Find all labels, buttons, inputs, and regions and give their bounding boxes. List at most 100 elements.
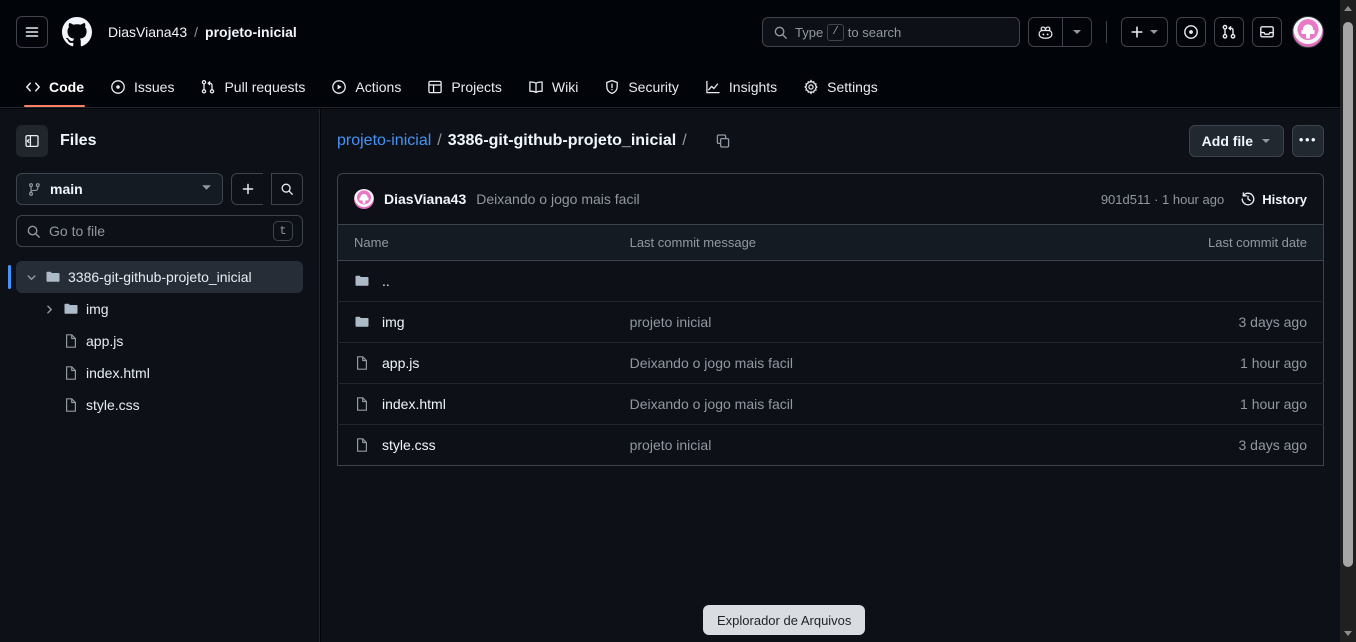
table-body: .. img projeto inicial 3 days ago app.js… — [337, 260, 1324, 466]
file-name-cell: app.js — [337, 342, 614, 384]
sidebar-collapse-icon[interactable] — [16, 125, 48, 157]
sidebar-tree-item-style-css[interactable]: style.css — [34, 389, 303, 421]
github-logo-icon[interactable] — [62, 17, 92, 47]
tab-code[interactable]: Code — [16, 64, 93, 107]
file-name-cell: .. — [337, 260, 614, 302]
commit-message-cell[interactable]: Deixando o jogo mais facil — [613, 383, 1107, 425]
shield-icon — [606, 79, 619, 94]
commit-message-cell[interactable]: Deixando o jogo mais facil — [613, 342, 1107, 384]
chevron-down-icon — [201, 180, 212, 198]
chevron-down-icon — [1150, 30, 1158, 34]
book-icon — [529, 80, 543, 93]
chevron-right-icon[interactable] — [42, 304, 56, 315]
file-name-link[interactable]: app.js — [382, 355, 419, 371]
breadcrumb-owner[interactable]: DiasViana43 — [108, 24, 187, 40]
tab-pull-requests[interactable]: Pull requests — [191, 64, 314, 107]
history-link[interactable]: History — [1240, 191, 1307, 207]
scroll-down-arrow[interactable] — [1340, 625, 1356, 642]
sidebar-tree-item-index-html[interactable]: index.html — [34, 357, 303, 389]
pull-requests-icon[interactable] — [1214, 17, 1244, 47]
history-label: History — [1262, 191, 1307, 207]
search-placeholder: Type / to search — [795, 23, 901, 41]
scrollbar-thumb[interactable] — [1343, 22, 1353, 567]
page-scrollbar[interactable] — [1340, 0, 1356, 642]
file-explorer-tooltip: Explorador de Arquivos — [703, 605, 866, 635]
tab-code-label: Code — [49, 78, 84, 95]
tab-actions[interactable]: Actions — [322, 64, 410, 107]
branch-selector[interactable]: main — [16, 173, 223, 205]
breadcrumb-separator-trailing: / — [682, 132, 687, 149]
header-divider — [1106, 21, 1107, 43]
commit-message-cell[interactable]: projeto inicial — [613, 301, 1107, 343]
tab-security[interactable]: Security — [595, 64, 688, 107]
commit-message-cell[interactable]: projeto inicial — [613, 424, 1107, 466]
tab-actions-label: Actions — [355, 78, 402, 95]
file-name-link[interactable]: img — [382, 314, 405, 330]
file-name-link[interactable]: index.html — [382, 396, 446, 412]
table-row[interactable]: app.js Deixando o jogo mais facil 1 hour… — [337, 342, 1324, 384]
column-header-name[interactable]: Name — [337, 225, 614, 261]
tab-issues[interactable]: Issues — [101, 64, 183, 107]
commit-meta-group: 901d511 · 1 hour ago History — [1101, 191, 1307, 207]
breadcrumb-root-link[interactable]: projeto-inicial — [337, 132, 431, 150]
sidebar-tree-item-img[interactable]: img — [34, 293, 303, 325]
sidebar-tree-label: app.js — [86, 333, 124, 349]
breadcrumb-separator: / — [194, 24, 199, 40]
tab-projects[interactable]: Projects — [418, 64, 511, 107]
files-panel-title: Files — [60, 132, 97, 149]
table-row[interactable]: index.html Deixando o jogo mais facil 1 … — [337, 383, 1324, 425]
breadcrumb-repo[interactable]: projeto-inicial — [205, 24, 297, 40]
plus-icon — [242, 183, 253, 195]
commit-hash-and-time[interactable]: 901d511 · 1 hour ago — [1101, 192, 1224, 207]
tab-wiki[interactable]: Wiki — [519, 64, 587, 107]
copy-path-icon[interactable] — [709, 127, 737, 155]
commit-author-avatar[interactable] — [354, 189, 374, 209]
copilot-button-group — [1028, 17, 1092, 47]
inbox-icon[interactable] — [1252, 17, 1282, 47]
file-icon — [357, 438, 367, 452]
folder-icon — [64, 303, 78, 314]
search-input[interactable]: Type / to search — [762, 17, 1020, 47]
add-file-sidebar-button[interactable] — [231, 173, 263, 205]
scroll-up-arrow[interactable] — [1340, 0, 1356, 17]
user-avatar[interactable] — [1292, 16, 1324, 48]
more-options-button[interactable]: ••• — [1292, 125, 1324, 157]
add-file-button[interactable]: Add file — [1188, 125, 1284, 157]
hamburger-menu-icon[interactable] — [16, 16, 48, 48]
sidebar-tree-item-app-js[interactable]: app.js — [34, 325, 303, 357]
tab-insights[interactable]: Insights — [696, 64, 786, 107]
go-to-file-input[interactable]: Go to file t — [16, 215, 303, 247]
copilot-icon[interactable] — [1028, 17, 1062, 47]
breadcrumb-current-folder: 3386-git-github-projeto_inicial — [447, 132, 677, 149]
tab-settings[interactable]: Settings — [794, 64, 887, 107]
commit-date-cell: 3 days ago — [1106, 424, 1324, 466]
copilot-dropdown-chevron-down-icon[interactable] — [1062, 17, 1092, 47]
create-new-button[interactable] — [1121, 17, 1168, 47]
tab-wiki-label: Wiki — [551, 78, 579, 95]
git-pull-request-icon — [202, 79, 215, 94]
folder-icon — [355, 316, 369, 327]
sidebar-tree-label: style.css — [86, 397, 140, 413]
sidebar-search-button[interactable] — [271, 173, 303, 205]
issues-icon[interactable] — [1176, 17, 1206, 47]
table-header-row: Name Last commit message Last commit dat… — [337, 225, 1324, 261]
commit-message[interactable]: Deixando o jogo mais facil — [476, 191, 639, 207]
sidebar-tree-item-root-folder[interactable]: 3386-git-github-projeto_inicial — [8, 261, 303, 293]
search-placeholder-prefix: Type — [795, 24, 824, 40]
column-header-date[interactable]: Last commit date — [1106, 225, 1324, 261]
table-icon — [428, 80, 443, 93]
file-name-link[interactable]: .. — [382, 273, 390, 289]
commit-author-name[interactable]: DiasViana43 — [384, 191, 466, 207]
commit-date-cell — [1106, 260, 1324, 302]
files-panel-header: Files — [16, 125, 303, 157]
table-row[interactable]: style.css projeto inicial 3 days ago — [337, 424, 1324, 466]
column-header-message[interactable]: Last commit message — [613, 225, 1107, 261]
table-row[interactable]: .. — [337, 260, 1324, 302]
table-row[interactable]: img projeto inicial 3 days ago — [337, 301, 1324, 343]
file-icon — [66, 398, 76, 412]
tab-security-label: Security — [628, 78, 679, 95]
go-to-file-shortcut-badge: t — [273, 221, 293, 241]
chevron-down-icon[interactable] — [24, 272, 38, 283]
file-name-link[interactable]: style.css — [382, 437, 436, 453]
tab-insights-label: Insights — [728, 78, 778, 95]
